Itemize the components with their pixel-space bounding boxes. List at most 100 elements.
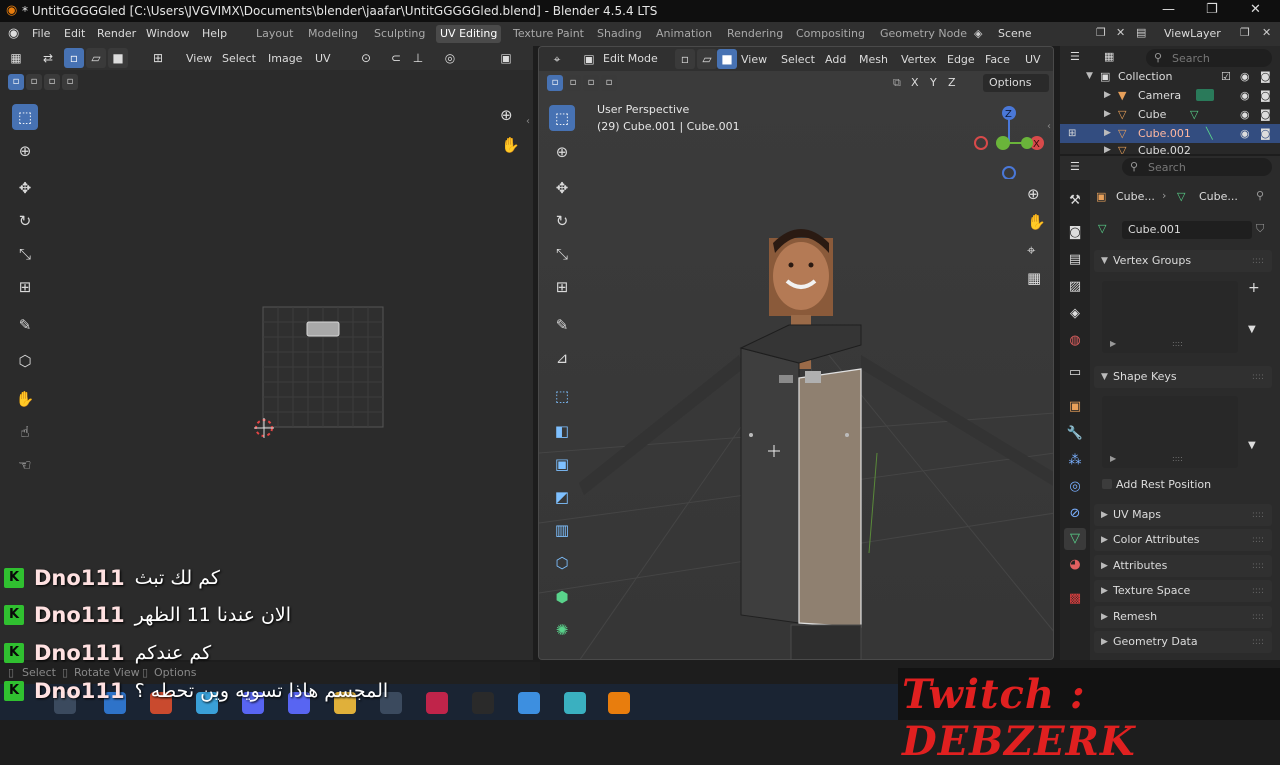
menu-edit[interactable]: Edit xyxy=(64,27,85,40)
bevel-tool-icon[interactable]: ◩ xyxy=(549,484,575,510)
annotate-tool-icon[interactable]: ✎ xyxy=(12,312,38,338)
vp-select-new-icon[interactable]: ▫ xyxy=(547,75,563,91)
outliner-row-cube-002[interactable]: ▶ ▽ Cube.002 xyxy=(1060,143,1280,154)
visibility-eye-icon[interactable]: ◉ xyxy=(1240,86,1250,105)
pinch-tool-icon[interactable]: ☜ xyxy=(12,452,38,478)
tab-rendering[interactable]: Rendering xyxy=(723,25,787,43)
uv-maps-panel-header[interactable]: ▶ UV Maps :::: xyxy=(1094,504,1272,526)
mesh-name-field[interactable]: Cube.001 xyxy=(1122,221,1252,239)
drag-handle-icon[interactable]: :::: xyxy=(1252,606,1264,628)
expand-chevron-icon[interactable]: ▶ xyxy=(1101,631,1108,653)
face-select-icon[interactable]: ■ xyxy=(108,48,128,68)
edge-select-icon[interactable]: ▱ xyxy=(86,48,106,68)
pivot-icon[interactable]: ⊙ xyxy=(356,48,376,68)
outliner[interactable]: ☰ ▦ ⚲ Search ▼ ▣ Collection ☑ ◉ ◙ ▶ ▼ Ca… xyxy=(1060,46,1280,154)
vp-cursor-tool-icon[interactable]: ⊕ xyxy=(549,139,575,165)
list-expand-icon[interactable]: ▶ xyxy=(1110,339,1116,348)
edit-mode-indicator-icon[interactable]: ⊞ xyxy=(1068,124,1076,143)
select-box-tool-icon[interactable]: ⬚ xyxy=(12,104,38,130)
properties-type-icon[interactable]: ☰ xyxy=(1070,160,1080,173)
notepad-taskbar-icon[interactable] xyxy=(564,692,586,714)
vertex-select-mode-icon[interactable]: ▫ xyxy=(675,49,695,69)
render-camera-icon[interactable]: ◙ xyxy=(1260,105,1271,124)
expand-chevron-icon[interactable]: ▶ xyxy=(1101,555,1108,577)
world-tab-icon[interactable]: ◍ xyxy=(1064,330,1086,352)
expand-chevron-icon[interactable]: ▶ xyxy=(1101,529,1108,551)
face-select-mode-icon[interactable]: ■ xyxy=(717,49,737,69)
camera-view-icon[interactable]: ⌖ xyxy=(1027,241,1035,259)
select-mode-extend-icon[interactable]: ▫ xyxy=(26,74,42,90)
drag-handle-icon[interactable]: :::: xyxy=(1252,250,1264,272)
vp-menu-mesh[interactable]: Mesh xyxy=(859,53,888,66)
expand-chevron-icon[interactable]: ▶ xyxy=(1101,606,1108,628)
filter-icon[interactable]: ▦ xyxy=(1104,50,1114,63)
drag-handle-icon[interactable]: :::: xyxy=(1252,580,1264,602)
vp-select-box-tool-icon[interactable]: ⬚ xyxy=(549,105,575,131)
add-rest-position-checkbox[interactable] xyxy=(1102,479,1112,489)
tab-texture-paint[interactable]: Texture Paint xyxy=(509,25,588,43)
color-attributes-panel-header[interactable]: ▶ Color Attributes :::: xyxy=(1094,529,1272,551)
vertex-groups-list[interactable]: ▶ :::: xyxy=(1102,281,1238,353)
vp-menu-edge[interactable]: Edge xyxy=(947,53,975,66)
minimize-button[interactable]: — xyxy=(1162,2,1175,17)
remesh-panel-header[interactable]: ▶ Remesh :::: xyxy=(1094,606,1272,628)
add-vertex-group-icon[interactable]: + xyxy=(1248,280,1260,296)
select-mode-invert-icon[interactable]: ▫ xyxy=(62,74,78,90)
outliner-row-collection[interactable]: ▼ ▣ Collection ☑ ◉ ◙ xyxy=(1060,67,1280,86)
vp-menu-add[interactable]: Add xyxy=(825,53,846,66)
tab-compositing[interactable]: Compositing xyxy=(792,25,869,43)
outliner-row-cube-001[interactable]: ⊞ ▶ ▽ Cube.001 ╲ ◉ ◙ xyxy=(1060,124,1280,143)
checkbox-icon[interactable]: ☑ xyxy=(1221,67,1231,86)
vp-menu-vertex[interactable]: Vertex xyxy=(901,53,936,66)
vertex-group-menu-icon[interactable]: ▼ xyxy=(1248,324,1256,335)
expand-chevron-icon[interactable]: ▶ xyxy=(1104,105,1111,124)
delete-view-layer-icon[interactable]: ✕ xyxy=(1262,26,1271,39)
add-cube-tool-icon[interactable]: ⬚ xyxy=(549,383,575,409)
blender-menu-icon[interactable]: ◉ xyxy=(8,26,19,41)
shape-keys-list[interactable]: ▶ :::: xyxy=(1102,396,1238,468)
obs-taskbar-icon[interactable] xyxy=(472,692,494,714)
rip-region-tool-icon[interactable]: ⬡ xyxy=(12,348,38,374)
shape-key-menu-icon[interactable]: ▼ xyxy=(1248,440,1256,451)
close-button[interactable]: ✕ xyxy=(1250,2,1261,17)
knife-tool-icon[interactable]: ⬡ xyxy=(549,550,575,576)
expand-chevron-icon[interactable]: ▶ xyxy=(1101,504,1108,526)
outliner-type-icon[interactable]: ☰ xyxy=(1070,50,1080,63)
new-scene-icon[interactable]: ❐ xyxy=(1096,26,1106,39)
attributes-panel-header[interactable]: ▶ Attributes :::: xyxy=(1094,555,1272,577)
inset-tool-icon[interactable]: ▣ xyxy=(549,451,575,477)
sticky-mode-icon[interactable]: ⊞ xyxy=(148,48,168,68)
fake-user-shield-icon[interactable]: ⛉ xyxy=(1256,222,1264,236)
loop-cut-tool-icon[interactable]: ▥ xyxy=(549,517,575,543)
tab-geometry-nodes[interactable]: Geometry Node xyxy=(876,25,971,43)
spin-tool-icon[interactable]: ✺ xyxy=(549,617,575,643)
tool-tab-icon[interactable]: ⚒ xyxy=(1064,190,1086,212)
outliner-row-cube[interactable]: ▶ ▽ Cube ▽ ◉ ◙ xyxy=(1060,105,1280,124)
list-resize-handle[interactable]: :::: xyxy=(1172,454,1183,463)
vp-rotate-tool-icon[interactable]: ↻ xyxy=(549,208,575,234)
vp-measure-tool-icon[interactable]: ⊿ xyxy=(549,345,575,371)
move-tool-icon[interactable]: ✥ xyxy=(12,175,38,201)
select-mode-new-icon[interactable]: ▫ xyxy=(8,74,24,90)
vp-select-subtract-icon[interactable]: ▫ xyxy=(583,75,599,91)
navigation-gizmo[interactable]: Z X xyxy=(973,103,1049,179)
collapse-chevron-icon[interactable]: ▼ xyxy=(1101,366,1108,388)
vp-scale-tool-icon[interactable]: ⤡ xyxy=(549,241,575,267)
texture-tab-icon[interactable]: ▩ xyxy=(1064,588,1086,610)
view-layer-selector[interactable]: ViewLayer xyxy=(1158,25,1234,43)
material-tab-icon[interactable]: ◕ xyxy=(1064,554,1086,576)
rotate-tool-icon[interactable]: ↻ xyxy=(12,208,38,234)
physics-tab-icon[interactable]: ◎ xyxy=(1064,476,1086,498)
mesh-data-tab-icon[interactable]: ▽ xyxy=(1064,528,1086,550)
tab-uv-editing[interactable]: UV Editing xyxy=(436,25,502,43)
particles-tab-icon[interactable]: ⁂ xyxy=(1064,450,1086,472)
texture-space-panel-header[interactable]: ▶ Texture Space :::: xyxy=(1094,580,1272,602)
vp-select-extend-icon[interactable]: ▫ xyxy=(565,75,581,91)
menu-file[interactable]: File xyxy=(32,27,50,40)
editor-type-3d-icon[interactable]: ⌖ xyxy=(547,49,567,69)
vp-menu-uv[interactable]: UV xyxy=(1025,53,1041,66)
vp-pan-hand-icon[interactable]: ✋ xyxy=(1027,213,1046,231)
mirror-y-toggle[interactable]: Y xyxy=(930,76,937,89)
drag-handle-icon[interactable]: :::: xyxy=(1252,504,1264,526)
mesh-datablock-icon[interactable]: ▽ xyxy=(1098,222,1106,235)
